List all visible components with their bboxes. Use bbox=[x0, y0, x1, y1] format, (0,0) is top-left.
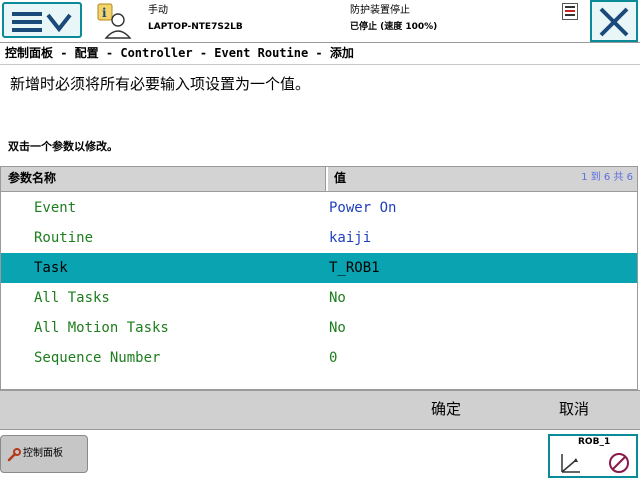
main-menu-button[interactable] bbox=[2, 2, 82, 38]
operating-mode: 手动 bbox=[148, 5, 168, 16]
column-header-value: 值 bbox=[334, 171, 347, 185]
table-row[interactable]: Event Power On bbox=[1, 193, 637, 223]
table-row-selected[interactable]: Task T_ROB1 bbox=[1, 253, 637, 283]
ok-button[interactable]: 确定 bbox=[400, 391, 492, 429]
hint-text: 双击一个参数以修改。 bbox=[8, 140, 118, 153]
breadcrumb: 控制面板 - 配置 - Controller - Event Routine -… bbox=[5, 46, 354, 60]
status-mode: 手动 LAPTOP-NTE7S2LB bbox=[148, 2, 243, 36]
param-name: Sequence Number bbox=[34, 350, 161, 366]
table-row[interactable]: Sequence Number 0 bbox=[1, 343, 637, 373]
param-name: All Motion Tasks bbox=[34, 320, 169, 336]
command-bar: 确定 取消 bbox=[0, 390, 640, 430]
taskbar-control-panel[interactable]: 控制面板 bbox=[0, 435, 88, 473]
cancel-button[interactable]: 取消 bbox=[520, 391, 628, 429]
run-state: 已停止 (速度 100%) bbox=[350, 22, 438, 32]
speed-icon bbox=[609, 453, 629, 473]
mechanical-unit-label: ROB_1 bbox=[578, 437, 611, 447]
param-value: No bbox=[329, 290, 346, 306]
table-header: 参数名称 值 1 到 6 共 6 bbox=[1, 167, 637, 192]
quickset-button[interactable]: ROB_1 bbox=[548, 434, 638, 478]
close-button[interactable] bbox=[590, 0, 638, 42]
column-header-name: 参数名称 bbox=[8, 171, 57, 185]
safety-state: 防护装置停止 bbox=[350, 5, 410, 16]
instruction-text: 新增时必须将所有必要输入项设置为一个值。 bbox=[10, 75, 311, 93]
user-info-icon[interactable]: i bbox=[92, 2, 134, 40]
wrench-icon bbox=[7, 448, 21, 462]
system-name: LAPTOP-NTE7S2LB bbox=[148, 22, 243, 32]
param-value: Power On bbox=[329, 200, 397, 216]
menu-icon bbox=[12, 12, 72, 33]
param-value: kaiji bbox=[329, 230, 372, 246]
param-name: Routine bbox=[34, 230, 94, 246]
param-value: T_ROB1 bbox=[329, 260, 380, 276]
table-row[interactable]: All Motion Tasks No bbox=[1, 313, 637, 343]
jog-axes-icon bbox=[561, 454, 580, 473]
divider bbox=[0, 64, 640, 65]
column-divider bbox=[325, 167, 328, 191]
svg-text:i: i bbox=[102, 6, 107, 20]
param-name: All Tasks bbox=[34, 290, 110, 306]
param-name: Task bbox=[34, 260, 68, 276]
status-bar: i 手动 LAPTOP-NTE7S2LB 防护装置停止 已停止 (速度 100%… bbox=[0, 0, 640, 43]
row-count: 1 到 6 共 6 bbox=[581, 172, 633, 183]
table-row[interactable]: Routine kaiji bbox=[1, 223, 637, 253]
close-icon bbox=[599, 7, 629, 37]
param-value: No bbox=[329, 320, 346, 336]
param-name: Event bbox=[34, 200, 77, 216]
taskbar-label: 控制面板 bbox=[23, 448, 63, 459]
taskbar: 控制面板 ROB_1 bbox=[0, 430, 640, 479]
status-state: 防护装置停止 已停止 (速度 100%) bbox=[350, 2, 437, 36]
parameter-table: 参数名称 值 1 到 6 共 6 Event Power On Routine … bbox=[0, 166, 638, 390]
table-row[interactable]: All Tasks No bbox=[1, 283, 637, 313]
program-status-icon[interactable] bbox=[562, 3, 578, 20]
param-value: 0 bbox=[329, 350, 338, 366]
